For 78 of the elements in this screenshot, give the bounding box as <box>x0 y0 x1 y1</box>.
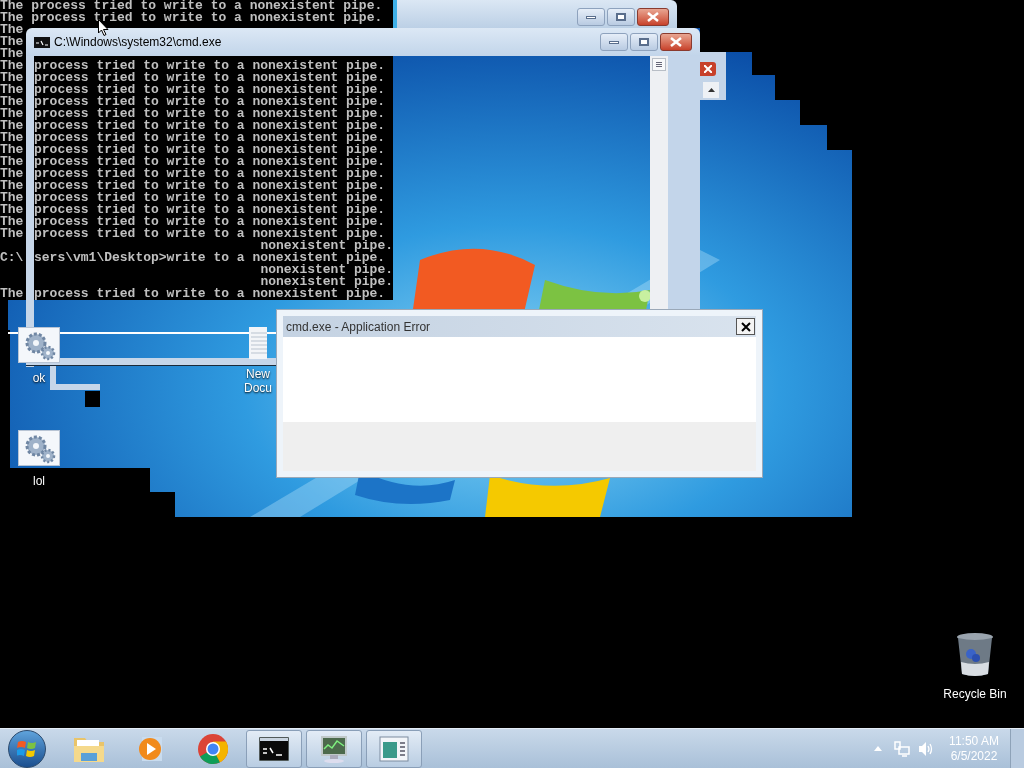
maximize-button[interactable] <box>630 33 658 51</box>
console-line: The <box>0 216 24 228</box>
console-line: The <box>0 84 24 96</box>
console-line: The <box>0 288 24 300</box>
console-line: process tried to write to a nonexistent pipe. <box>34 60 386 72</box>
scroll-up-button[interactable] <box>703 82 719 98</box>
console-line: nonexistent pipe. <box>260 276 393 288</box>
console-line: process tried to write to a nonexistent pipe. <box>34 156 386 168</box>
console-line: The <box>0 96 24 108</box>
console-line: process tried to write to a nonexistent pipe. <box>34 96 386 108</box>
up-arrow-icon <box>707 88 715 92</box>
monitor-icon <box>318 734 350 763</box>
start-button[interactable] <box>8 729 46 768</box>
console-line: process tried to write to a nonexistent pipe. <box>34 168 386 180</box>
console-line: C:\ <box>0 252 24 264</box>
gear-window-icon <box>18 327 60 363</box>
console-line: process tried to write to a nonexistent pipe. <box>34 192 386 204</box>
console-line: The <box>0 204 24 216</box>
close-icon <box>740 321 751 332</box>
close-button[interactable] <box>736 318 755 335</box>
console-line: nonexistent pipe. <box>260 240 393 252</box>
console-line: The <box>0 24 24 36</box>
windows-logo-icon <box>17 739 37 758</box>
close-icon <box>670 37 682 47</box>
console-line: process tried to write to a nonexistent pipe. <box>34 288 386 300</box>
clock-date: 6/5/2022 <box>950 748 998 764</box>
console-line: The process tried to write to a nonexistent pipe. <box>0 0 383 12</box>
console-line: The <box>0 228 24 240</box>
console-line: The <box>0 60 24 72</box>
desktop-icon-label[interactable]: lol <box>33 474 45 488</box>
console-line: sers\vm1\Desktop>write to a nonexistent pipe. <box>34 252 386 264</box>
console-line: process tried to write to a nonexistent pipe. <box>34 132 386 144</box>
desktop-icon-label[interactable]: ok <box>32 371 46 385</box>
console-icon <box>34 36 50 48</box>
console-line: process tried to write to a nonexistent pipe. <box>34 84 386 96</box>
console-line: process tried to write to a nonexistent pipe. <box>34 120 386 132</box>
clock-time: 11:50 AM <box>949 733 999 749</box>
console-line: The <box>0 168 24 180</box>
scroll-thumb[interactable] <box>652 58 666 71</box>
console-line: The <box>0 192 24 204</box>
maximize-button[interactable] <box>607 8 635 26</box>
console-line: The <box>0 144 24 156</box>
console-line: The <box>0 36 24 48</box>
document-icon <box>249 327 267 359</box>
console-line: The <box>0 132 24 144</box>
console-line: The <box>0 108 24 120</box>
minimize-button[interactable] <box>600 33 628 51</box>
taskbar-button[interactable] <box>246 729 302 768</box>
console-line: process tried to write to a nonexistent pipe. <box>34 216 386 228</box>
console-line: process tried to write to a nonexistent pipe. <box>34 180 386 192</box>
close-button[interactable] <box>637 8 669 26</box>
console-line: process tried to write to a nonexistent pipe. <box>34 72 386 84</box>
console-line: process tried to write to a nonexistent pipe. <box>34 228 386 240</box>
window-title: C:\Windows\system32\cmd.exe <box>54 34 222 51</box>
console-line: process tried to write to a nonexistent pipe. <box>34 108 386 120</box>
desktop-icon-label[interactable]: Recycle Bin <box>943 685 1007 703</box>
console-line: The <box>0 48 24 60</box>
chrome-icon <box>197 732 229 765</box>
close-icon <box>704 65 712 73</box>
glitch-block <box>85 391 100 407</box>
dialog-title: cmd.exe - Application Error <box>286 318 431 336</box>
console-line: The <box>0 72 24 84</box>
close-icon <box>647 12 659 22</box>
console-line: The <box>0 120 24 132</box>
console-line: The <box>0 180 24 192</box>
desktop-icon-label[interactable]: New Docu <box>239 367 277 395</box>
console-icon <box>259 736 289 761</box>
console-line: The <box>0 156 24 168</box>
gear-window-icon <box>18 430 60 466</box>
console-line: process tried to write to a nonexistent pipe. <box>34 204 386 216</box>
console-line: The process tried to write to a nonexistent pipe. <box>0 12 383 24</box>
recycle-bin-icon <box>956 632 994 678</box>
close-button[interactable] <box>660 33 692 51</box>
minimize-button[interactable] <box>577 8 605 26</box>
console-line: nonexistent pipe. <box>260 264 393 276</box>
window-icon <box>379 735 409 762</box>
pointer-icon <box>98 19 109 36</box>
console-line: process tried to write to a nonexistent pipe. <box>34 144 386 156</box>
